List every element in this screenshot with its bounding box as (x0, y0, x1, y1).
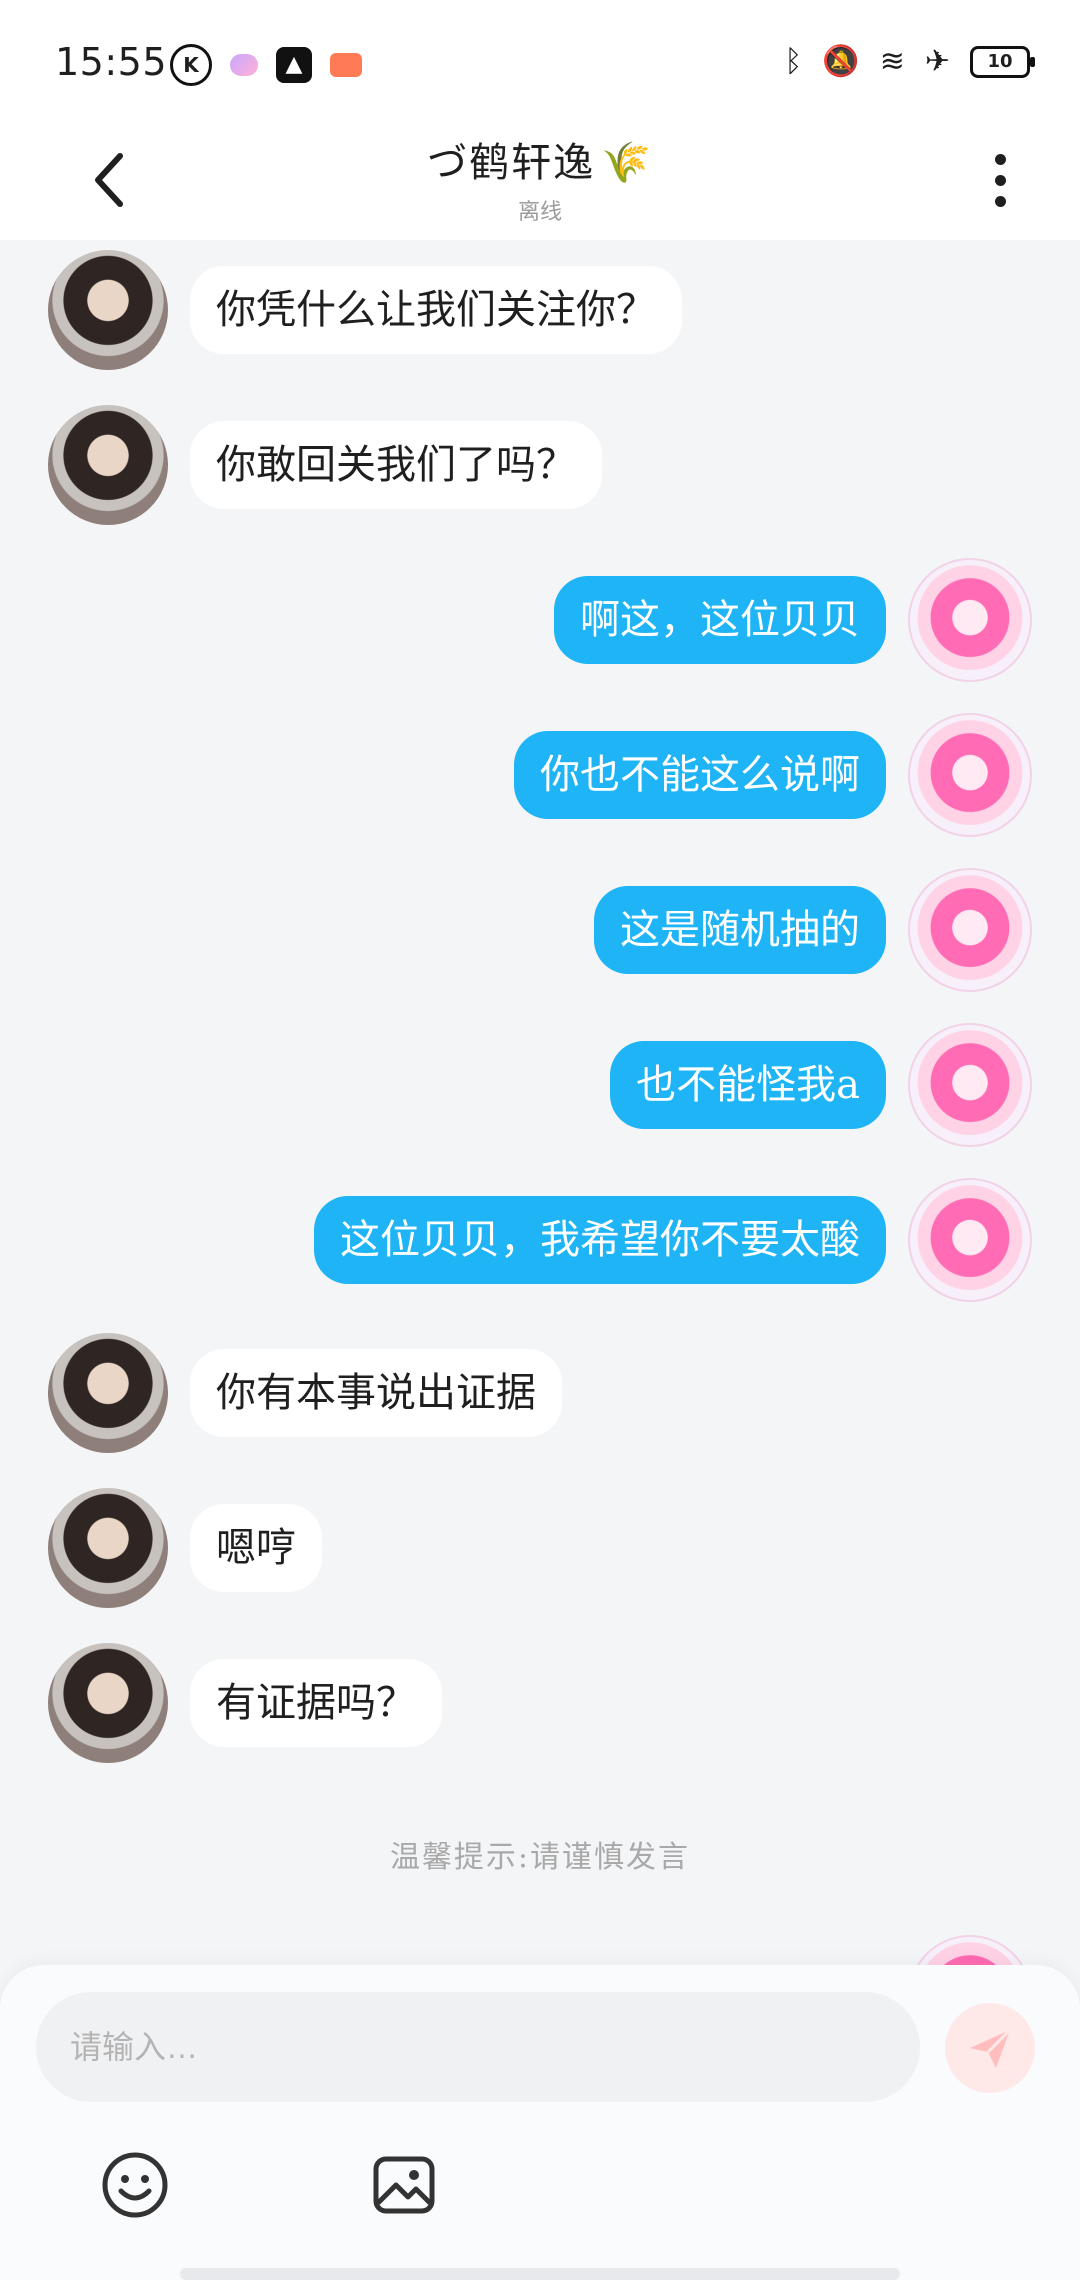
my-avatar[interactable] (908, 558, 1032, 682)
more-dot-icon (994, 174, 1006, 186)
my-avatar[interactable] (908, 713, 1032, 837)
airplane-icon: ✈ (924, 44, 950, 79)
message-row-partial (806, 1935, 1032, 1965)
status-time: 15:55 (55, 40, 168, 84)
chat-header: づ鹤轩逸 🌾 离线 (0, 120, 1080, 240)
message-row: 啊这，这位贝贝 (554, 558, 1032, 682)
wifi-icon: ≋ (879, 44, 905, 79)
k-app-icon: K (170, 44, 212, 86)
my-avatar[interactable] (908, 1935, 1032, 1965)
message-bubble[interactable]: 这位贝贝，我希望你不要太酸 (314, 1196, 886, 1284)
wheat-icon: 🌾 (601, 140, 653, 186)
kite-app-icon: ▲ (276, 47, 312, 83)
home-indicator[interactable] (180, 2268, 900, 2280)
my-avatar[interactable] (908, 868, 1032, 992)
battery-icon: 10 (970, 45, 1035, 78)
contact-avatar[interactable] (48, 250, 168, 370)
presence-status: 离线 (517, 200, 562, 225)
send-plane-icon (970, 2028, 1012, 2068)
message-row: 你也不能这么说啊 (514, 713, 1032, 837)
bluetooth-icon: ᛒ (784, 44, 803, 79)
image-button[interactable] (364, 2145, 444, 2225)
message-bubble[interactable]: 你敢回关我们了吗？ (190, 421, 602, 509)
contact-avatar[interactable] (48, 1488, 168, 1608)
contact-avatar[interactable] (48, 1643, 168, 1763)
message-row: 你敢回关我们了吗？ (48, 405, 602, 525)
message-bubble[interactable]: 嗯哼 (190, 1504, 322, 1592)
more-dot-icon (994, 153, 1006, 165)
mute-icon: 🔕 (822, 44, 860, 79)
contact-avatar[interactable] (48, 405, 168, 525)
message-input-wrapper[interactable] (36, 1992, 920, 2102)
message-bubble[interactable]: 有证据吗？ (190, 1659, 442, 1747)
message-bubble[interactable]: 你也不能这么说啊 (514, 731, 886, 819)
message-row: 也不能怪我a (610, 1023, 1032, 1147)
smiley-icon (102, 2152, 168, 2218)
message-row: 这是随机抽的 (594, 868, 1032, 992)
image-icon (373, 2156, 435, 2214)
status-bar: 15:55 K ▲ ᛒ 🔕 ≋ ✈ 10 (0, 0, 1080, 120)
notification-icons: K ▲ (170, 44, 362, 86)
composer-panel (0, 1965, 1080, 2280)
message-bubble[interactable]: 啊这，这位贝贝 (554, 576, 886, 664)
message-row: 有证据吗？ (48, 1643, 442, 1763)
message-row: 嗯哼 (48, 1488, 322, 1608)
contact-name: づ鹤轩逸 🌾 (427, 140, 653, 186)
message-row: 你有本事说出证据 (48, 1333, 562, 1453)
my-avatar[interactable] (908, 1178, 1032, 1302)
message-row: 这位贝贝，我希望你不要太酸 (314, 1178, 1032, 1302)
contact-avatar[interactable] (48, 1333, 168, 1453)
more-dot-icon (994, 195, 1006, 207)
message-bubble[interactable]: 你有本事说出证据 (190, 1349, 562, 1437)
cloud-app-icon (230, 54, 258, 76)
message-row: 你凭什么让我们关注你？ (48, 250, 682, 370)
message-bubble[interactable]: 这是随机抽的 (594, 886, 886, 974)
my-avatar[interactable] (908, 1023, 1032, 1147)
message-list[interactable]: 你凭什么让我们关注你？ 你敢回关我们了吗？ 啊这，这位贝贝 你也不能这么说啊 这… (0, 240, 1080, 1965)
message-input[interactable] (36, 1992, 920, 2102)
message-bubble[interactable]: 你凭什么让我们关注你？ (190, 266, 682, 354)
emoji-button[interactable] (95, 2145, 175, 2225)
message-bubble[interactable]: 也不能怪我a (610, 1041, 886, 1129)
warning-tip: 温馨提示:请谨慎发言 (389, 1840, 691, 1875)
game-app-icon (330, 53, 362, 77)
system-icons: ᛒ 🔕 ≋ ✈ 10 (784, 44, 1035, 79)
more-options-button[interactable] (980, 138, 1020, 222)
send-button[interactable] (945, 2003, 1035, 2093)
title-block: づ鹤轩逸 🌾 离线 (0, 120, 1080, 226)
